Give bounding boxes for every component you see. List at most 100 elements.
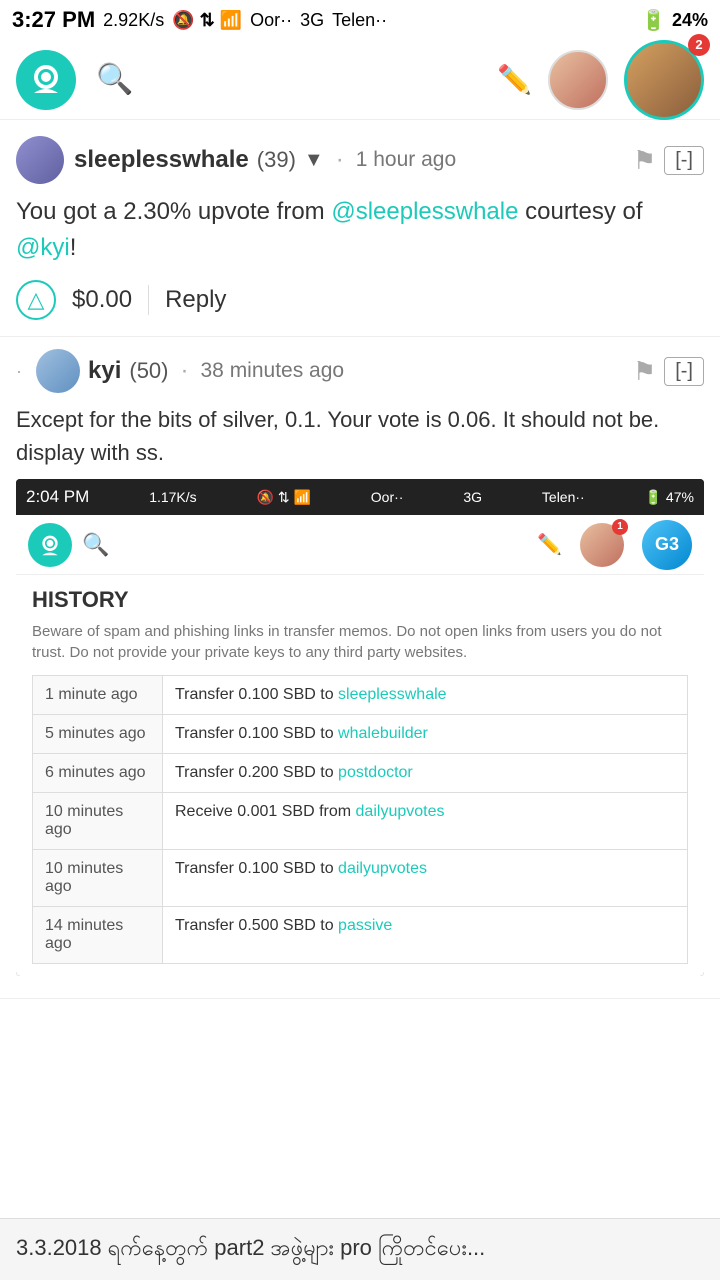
ss-badge: 1 (612, 519, 628, 535)
nested-header: · kyi (50) · 38 minutes ago ⚑ [-] (16, 349, 704, 393)
post-text-part3: ! (70, 234, 77, 261)
nested-body: Except for the bits of silver, 0.1. Your… (16, 403, 704, 469)
nested-flag-icon[interactable]: ⚑ (633, 356, 656, 387)
collapse-button[interactable]: [-] (664, 146, 704, 175)
status-bar: 3:27 PM 2.92K/s 🔕 ⇅ 📶 Oor·· 3G Telen·· 🔋… (0, 0, 720, 40)
post-kyi: · kyi (50) · 38 minutes ago ⚑ [-] Except… (0, 337, 720, 999)
ss-carrier1: Oor·· (371, 489, 404, 505)
post-user-info: sleeplesswhale (39) ▼ · 1 hour ago (74, 146, 623, 174)
flag-icon[interactable]: ⚑ (633, 145, 656, 176)
row-link[interactable]: postdoctor (338, 764, 413, 781)
ss-content: HISTORY Beware of spam and phishing link… (16, 575, 704, 976)
table-row: 14 minutes ago Transfer 0.500 SBD to pas… (33, 907, 688, 964)
nested-dot: · (16, 361, 22, 382)
ss-history-table: 1 minute ago Transfer 0.100 SBD to sleep… (32, 675, 688, 964)
search-icon[interactable]: 🔍 (96, 62, 133, 97)
ss-history-title: HISTORY (32, 587, 688, 613)
ss-icons: 🔕 ⇅ 📶 (257, 489, 311, 506)
post-time: 1 hour ago (356, 148, 456, 172)
ss-search-icon: 🔍 (82, 532, 109, 558)
ss-avatar2: G3 (642, 520, 692, 570)
ss-avatar-wrapper: 1 (580, 523, 624, 567)
ss-status-bar: 2:04 PM 1.17K/s 🔕 ⇅ 📶 Oor·· 3G Telen·· 🔋… (16, 479, 704, 515)
top-nav: 🔍 ✏️ 2 (0, 40, 720, 120)
row-action: Transfer 0.100 SBD to dailyupvotes (163, 850, 688, 907)
ss-app-logo (28, 523, 72, 567)
nested-collapse-button[interactable]: [-] (664, 357, 704, 386)
post-text-part1: You got a 2.30% upvote from (16, 198, 331, 225)
ss-edit-icon: ✏️ (537, 532, 562, 557)
carrier1: Oor·· (250, 10, 292, 31)
row-action: Transfer 0.100 SBD to sleeplesswhale (163, 676, 688, 715)
network-type: 3G (300, 10, 324, 31)
row-link[interactable]: dailyupvotes (356, 803, 445, 820)
row-link[interactable]: passive (338, 917, 392, 934)
post-rep: (39) (257, 147, 296, 173)
ss-carrier2: Telen·· (542, 489, 585, 505)
network-info: 2.92K/s (103, 10, 164, 31)
kyi-link[interactable]: @kyi (16, 234, 70, 261)
post-avatar[interactable] (16, 136, 64, 184)
row-action: Receive 0.001 SBD from dailyupvotes (163, 793, 688, 850)
nested-user-info: kyi (50) · 38 minutes ago (88, 357, 625, 385)
notification-badge: 2 (688, 34, 710, 56)
post-actions-right: ⚑ [-] (633, 145, 704, 176)
row-link[interactable]: whalebuilder (338, 725, 428, 742)
bottom-bar: 3.3.2018 ရက်နေ့တွက် part2 အဖွဲ့များ pro … (0, 1218, 720, 1280)
vote-value: $0.00 (72, 286, 132, 314)
post-body: You got a 2.30% upvote from @sleeplesswh… (16, 194, 704, 266)
screenshot-embed: 2:04 PM 1.17K/s 🔕 ⇅ 📶 Oor·· 3G Telen·· 🔋… (16, 479, 704, 976)
post-sleeplesswhale: sleeplesswhale (39) ▼ · 1 hour ago ⚑ [-]… (0, 120, 720, 337)
upvote-button[interactable]: △ (16, 280, 56, 320)
post-footer: △ $0.00 Reply (16, 280, 704, 320)
row-time: 14 minutes ago (33, 907, 163, 964)
ss-network2: 3G (463, 489, 482, 505)
footer-divider (148, 285, 149, 315)
table-row: 10 minutes ago Transfer 0.100 SBD to dai… (33, 850, 688, 907)
post-username[interactable]: sleeplesswhale (74, 146, 249, 174)
table-row: 5 minutes ago Transfer 0.100 SBD to whal… (33, 715, 688, 754)
row-time: 10 minutes ago (33, 850, 163, 907)
table-row: 10 minutes ago Receive 0.001 SBD from da… (33, 793, 688, 850)
nav-right: ✏️ 2 (497, 40, 704, 120)
main-avatar-wrapper: 2 (624, 40, 704, 120)
ss-time: 2:04 PM (26, 487, 89, 507)
post-dot: · (336, 146, 344, 174)
sleeplesswhale-link[interactable]: @sleeplesswhale (331, 198, 518, 225)
status-right: 🔋 24% (641, 8, 708, 33)
bottom-bar-text: 3.3.2018 ရက်နေ့တွက် part2 အဖွဲ့များ pro … (16, 1235, 485, 1260)
status-left: 3:27 PM 2.92K/s 🔕 ⇅ 📶 Oor·· 3G Telen·· (12, 7, 387, 33)
table-row: 1 minute ago Transfer 0.100 SBD to sleep… (33, 676, 688, 715)
row-link[interactable]: sleeplesswhale (338, 686, 447, 703)
reply-button[interactable]: Reply (165, 286, 226, 314)
row-link[interactable]: dailyupvotes (338, 860, 427, 877)
ss-battery: 🔋 47% (645, 489, 694, 506)
app-logo[interactable] (16, 50, 76, 110)
time: 3:27 PM (12, 7, 95, 33)
row-time: 6 minutes ago (33, 754, 163, 793)
post-text-part2: courtesy of (518, 198, 642, 225)
post-header: sleeplesswhale (39) ▼ · 1 hour ago ⚑ [-] (16, 136, 704, 184)
ss-warning: Beware of spam and phishing links in tra… (32, 621, 688, 663)
battery-icon: 🔋 (641, 8, 666, 33)
nested-dot2: · (181, 357, 189, 385)
signal-icons: 🔕 ⇅ 📶 (172, 10, 242, 31)
nested-time: 38 minutes ago (201, 359, 345, 383)
edit-icon[interactable]: ✏️ (497, 63, 532, 96)
table-row: 6 minutes ago Transfer 0.200 SBD to post… (33, 754, 688, 793)
user-avatar-small[interactable] (548, 50, 608, 110)
carrier2: Telen·· (332, 10, 387, 31)
dropdown-arrow-icon[interactable]: ▼ (304, 149, 324, 172)
row-action: Transfer 0.500 SBD to passive (163, 907, 688, 964)
row-action: Transfer 0.100 SBD to whalebuilder (163, 715, 688, 754)
row-time: 1 minute ago (33, 676, 163, 715)
battery-percent: 24% (672, 10, 708, 31)
row-time: 5 minutes ago (33, 715, 163, 754)
nested-rep: (50) (129, 358, 168, 384)
ss-nav: 🔍 ✏️ 1 G3 (16, 515, 704, 575)
user-avatar-wrapper (548, 50, 608, 110)
ss-network: 1.17K/s (149, 489, 196, 505)
row-action: Transfer 0.200 SBD to postdoctor (163, 754, 688, 793)
nested-username[interactable]: kyi (88, 357, 121, 385)
nested-avatar[interactable] (36, 349, 80, 393)
